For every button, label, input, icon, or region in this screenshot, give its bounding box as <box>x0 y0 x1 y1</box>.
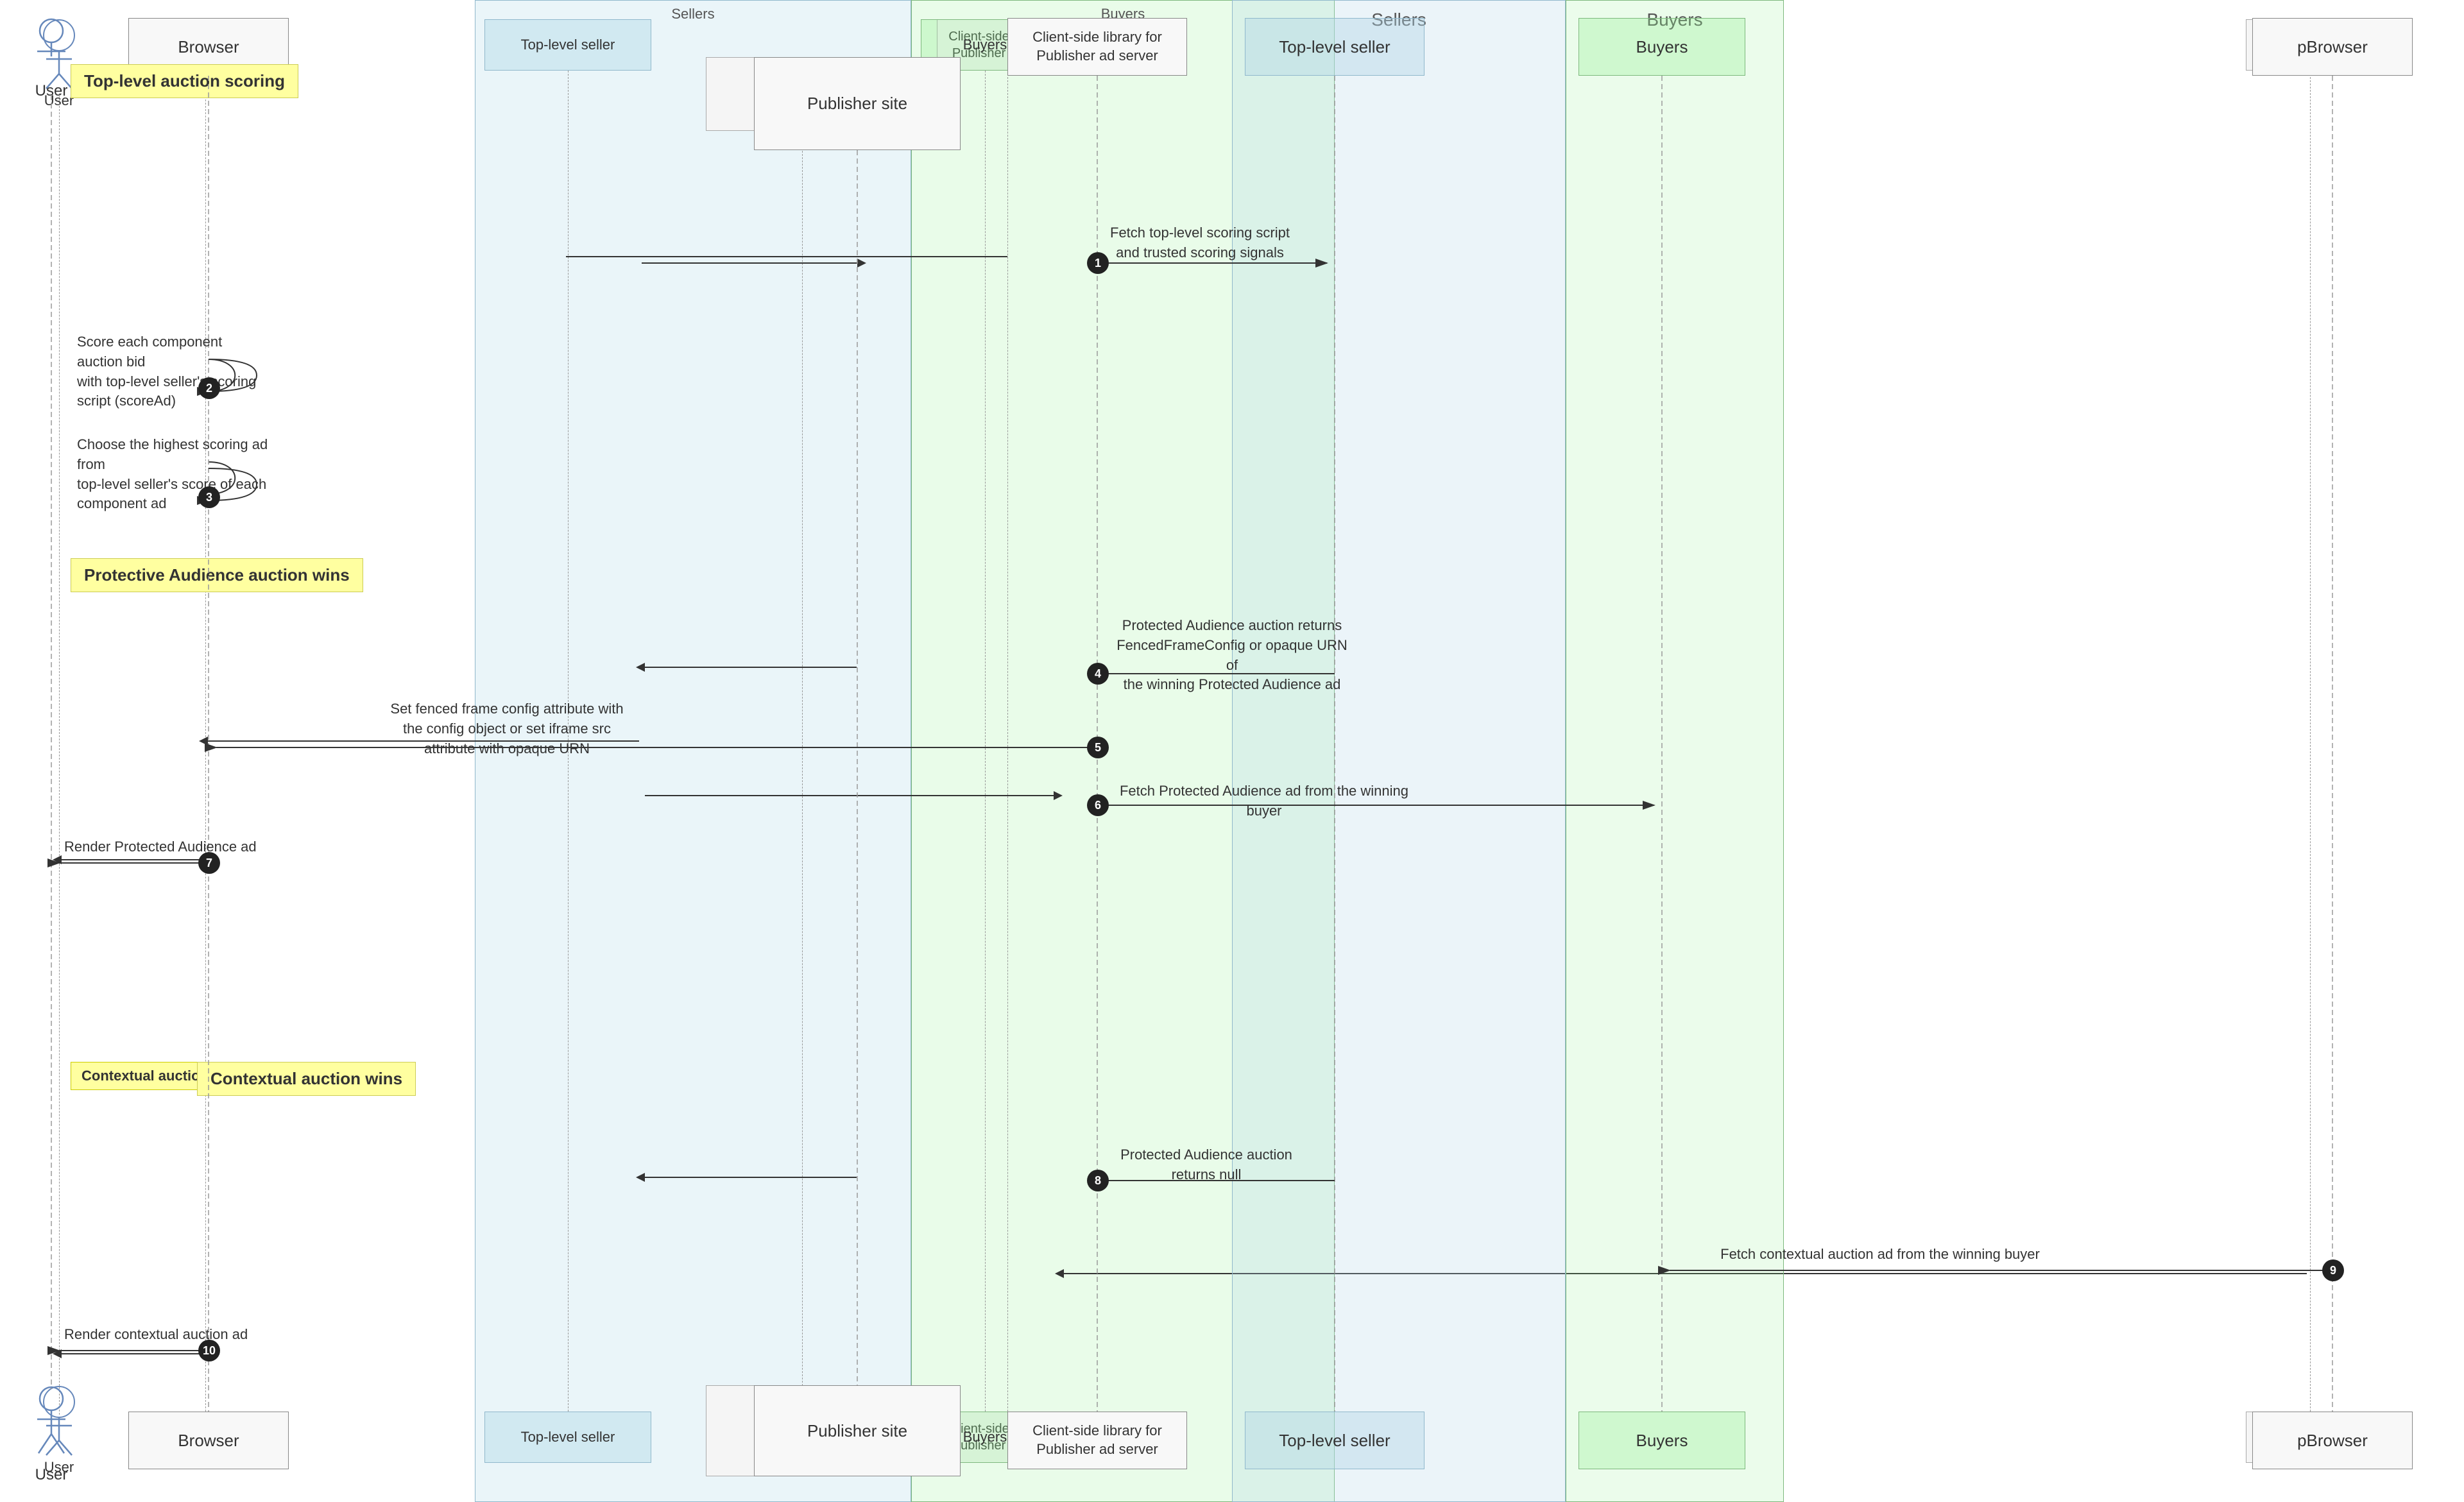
publisher-site-bottom: Publisher site <box>754 1385 961 1476</box>
num-1: 1 <box>1087 252 1109 274</box>
main-diagram: Sellers Buyers User User Browser Publish… <box>0 0 2464 1502</box>
arrow-4-label: Protected Audience auction returnsFenced… <box>1110 616 1354 695</box>
arrow-7-label: Render Protected Audience ad <box>64 837 257 857</box>
arrow-2-label: Score each component auction bidwith top… <box>77 332 270 411</box>
client-lib-top: Client-side library for Publisher ad ser… <box>1007 18 1187 76</box>
num-9: 9 <box>2322 1259 2344 1281</box>
num-6: 6 <box>1087 794 1109 816</box>
buyers-group-bg <box>1566 0 1784 1502</box>
client-lib-bottom: Client-side library for Publisher ad ser… <box>1007 1412 1187 1469</box>
num-4: 4 <box>1087 663 1109 685</box>
publisher-site-top: Publisher site <box>754 57 961 150</box>
num-3: 3 <box>198 486 220 508</box>
browser-bottom: Browser <box>128 1412 289 1469</box>
arrow-8-label: Protected Audience auctionreturns null <box>1110 1145 1303 1185</box>
num-10: 10 <box>198 1340 220 1361</box>
arrow-3-label: Choose the highest scoring ad fromtop-le… <box>77 435 282 514</box>
num-7: 7 <box>198 852 220 874</box>
buyers-top: Buyers <box>1579 18 1745 76</box>
buyers-bottom: Buyers <box>1579 1412 1745 1469</box>
user-bottom-label: User <box>35 1466 68 1484</box>
user-bottom-figure: User <box>32 1386 71 1484</box>
arrow-10-label: Render contextual auction ad <box>64 1325 248 1345</box>
contextual-auction-box: Contextual auction wins <box>197 1062 416 1096</box>
arrow-6-label: Fetch Protected Audience ad from the win… <box>1110 781 1418 821</box>
user-top-label: User <box>35 82 68 100</box>
num-2: 2 <box>198 377 220 399</box>
num-5: 5 <box>1087 737 1109 758</box>
protective-audience-box: Protective Audience auction wins <box>71 558 363 592</box>
arrow-5-label: Set fenced frame config attribute withth… <box>372 699 642 758</box>
user-top-figure: User <box>32 18 71 100</box>
num-8: 8 <box>1087 1170 1109 1191</box>
top-level-seller-top: Top-level seller <box>1245 18 1425 76</box>
arrow-9-label: Fetch contextual auction ad from the win… <box>1700 1245 2060 1265</box>
top-level-seller-bottom: Top-level seller <box>1245 1412 1425 1469</box>
pbrowser-top: pBrowser <box>2252 18 2413 76</box>
pbrowser-bottom: pBrowser <box>2252 1412 2413 1469</box>
top-level-auction-box: Top-level auction scoring <box>71 64 298 98</box>
arrow-1-label: Fetch top-level scoring scriptand truste… <box>1110 223 1290 263</box>
